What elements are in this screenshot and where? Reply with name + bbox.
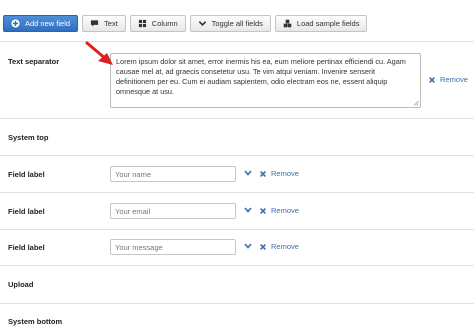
plus-circle-icon [11, 19, 20, 28]
grid-icon [138, 19, 147, 28]
divider [0, 303, 474, 304]
column-button[interactable]: Column [129, 15, 186, 32]
system-top-label: System top [8, 133, 49, 142]
arrow-pointer-icon [85, 41, 113, 65]
text-separator-label: Text separator [8, 57, 60, 66]
remove-text-separator-button[interactable]: Remove [428, 75, 468, 84]
add-new-field-label: Add new field [25, 19, 71, 28]
divider [0, 118, 474, 119]
close-icon [429, 76, 435, 83]
remove-label: Remove [271, 169, 299, 178]
divider [0, 41, 474, 42]
divider [0, 229, 474, 230]
chevron-down-icon [198, 19, 207, 28]
resize-grip-icon[interactable] [413, 100, 419, 106]
divider [0, 265, 474, 266]
toggle-all-fields-label: Toggle all fields [211, 19, 263, 28]
divider [0, 155, 474, 156]
field-input-value: Your message [115, 242, 163, 252]
remove-field-2-button[interactable]: Remove [259, 206, 299, 215]
remove-label: Remove [271, 242, 299, 251]
remove-label: Remove [271, 206, 299, 215]
text-separator-textarea[interactable]: Lorem ipsum dolor sit amet, error inermi… [110, 53, 421, 108]
text-button[interactable]: Text [82, 15, 126, 32]
remove-field-3-button[interactable]: Remove [259, 242, 299, 251]
field-label-1: Field label [8, 170, 45, 179]
field-label-3: Field label [8, 243, 45, 252]
load-sample-fields-label: Load sample fields [296, 19, 360, 28]
remove-label: Remove [440, 75, 468, 84]
text-label: Text [104, 19, 118, 28]
toolbar: Add new field Text Column Toggle all fie… [3, 15, 368, 32]
divider [0, 192, 474, 193]
column-label: Column [151, 19, 178, 28]
field-input-value: Your email [115, 206, 151, 216]
close-icon [260, 207, 266, 214]
field-label-2: Field label [8, 207, 45, 216]
close-icon [260, 170, 266, 177]
text-separator-value: Lorem ipsum dolor sit amet, error inermi… [116, 57, 406, 96]
load-sample-fields-button[interactable]: Load sample fields [274, 15, 368, 32]
field-input-value: Your name [115, 169, 151, 179]
system-bottom-label: System bottom [8, 317, 63, 326]
field-input-email[interactable]: Your email [110, 203, 236, 219]
chevron-down-icon[interactable] [244, 170, 252, 176]
form-builder: Add new field Text Column Toggle all fie… [0, 0, 474, 331]
close-icon [260, 243, 266, 250]
field-input-message[interactable]: Your message [110, 239, 236, 255]
remove-field-1-button[interactable]: Remove [259, 169, 299, 178]
add-new-field-button[interactable]: Add new field [3, 15, 79, 32]
chevron-down-icon[interactable] [244, 207, 252, 213]
cubes-icon [283, 19, 292, 28]
field-input-name[interactable]: Your name [110, 166, 236, 182]
chevron-down-icon[interactable] [244, 243, 252, 249]
toggle-all-fields-button[interactable]: Toggle all fields [189, 15, 271, 32]
upload-label: Upload [8, 280, 34, 289]
comment-icon [90, 19, 99, 28]
